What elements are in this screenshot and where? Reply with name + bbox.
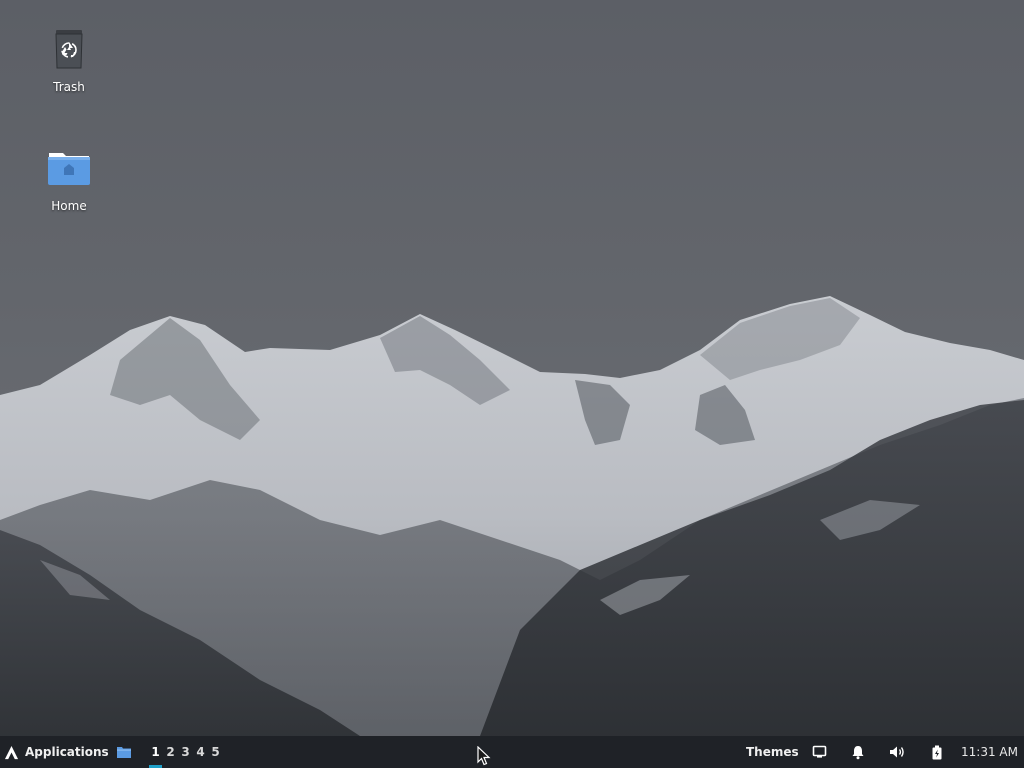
display-tray-button[interactable] xyxy=(809,736,829,768)
folder-home-icon xyxy=(48,153,90,185)
display-icon xyxy=(812,745,826,758)
power-icon xyxy=(932,745,942,759)
power-tray-button[interactable] xyxy=(927,736,947,768)
desktop-icon-label: Home xyxy=(51,199,87,213)
workspace-3[interactable]: 3 xyxy=(178,736,193,768)
mountain-wallpaper xyxy=(0,296,1024,736)
clock-time: 11:31 AM xyxy=(961,745,1018,759)
workspace-1[interactable]: 1 xyxy=(148,736,163,768)
file-manager-launcher[interactable] xyxy=(115,736,133,768)
bell-icon xyxy=(852,745,864,759)
bottom-panel: Applications 1 2 3 4 5 Themes 11:31 AM xyxy=(0,736,1024,768)
workspace-switcher: 1 2 3 4 5 xyxy=(148,736,223,768)
folder-icon xyxy=(117,747,131,758)
desktop[interactable]: Trash Home xyxy=(0,0,1024,736)
volume-tray-button[interactable] xyxy=(887,736,907,768)
app-launcher-logo-icon xyxy=(4,745,19,759)
themes-label: Themes xyxy=(746,745,799,759)
applications-label: Applications xyxy=(25,745,109,759)
desktop-icon-trash[interactable]: Trash xyxy=(24,26,114,94)
desktop-icon-home[interactable]: Home xyxy=(24,145,114,213)
desktop-icon-label: Trash xyxy=(53,80,85,94)
workspace-2[interactable]: 2 xyxy=(163,736,178,768)
workspace-4[interactable]: 4 xyxy=(193,736,208,768)
volume-icon xyxy=(889,746,904,758)
applications-menu-button[interactable]: Applications xyxy=(4,736,109,768)
mouse-cursor-icon xyxy=(477,746,491,766)
trash-icon xyxy=(55,30,83,69)
notifications-tray-button[interactable] xyxy=(848,736,868,768)
themes-button[interactable]: Themes xyxy=(746,736,799,768)
workspace-5[interactable]: 5 xyxy=(208,736,223,768)
clock[interactable]: 11:31 AM xyxy=(961,736,1018,768)
